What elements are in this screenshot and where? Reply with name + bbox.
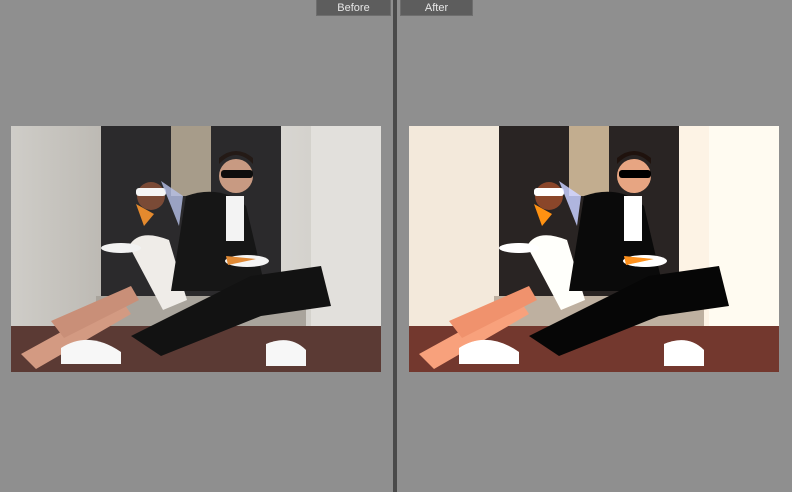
after-photo[interactable] <box>409 126 779 372</box>
after-photo-image <box>409 126 779 372</box>
before-photo-image <box>11 126 381 372</box>
after-label: After <box>400 0 473 16</box>
before-photo[interactable] <box>11 126 381 372</box>
before-pane[interactable]: Before <box>0 0 393 492</box>
after-pane[interactable]: After <box>397 0 792 492</box>
before-label: Before <box>316 0 391 16</box>
